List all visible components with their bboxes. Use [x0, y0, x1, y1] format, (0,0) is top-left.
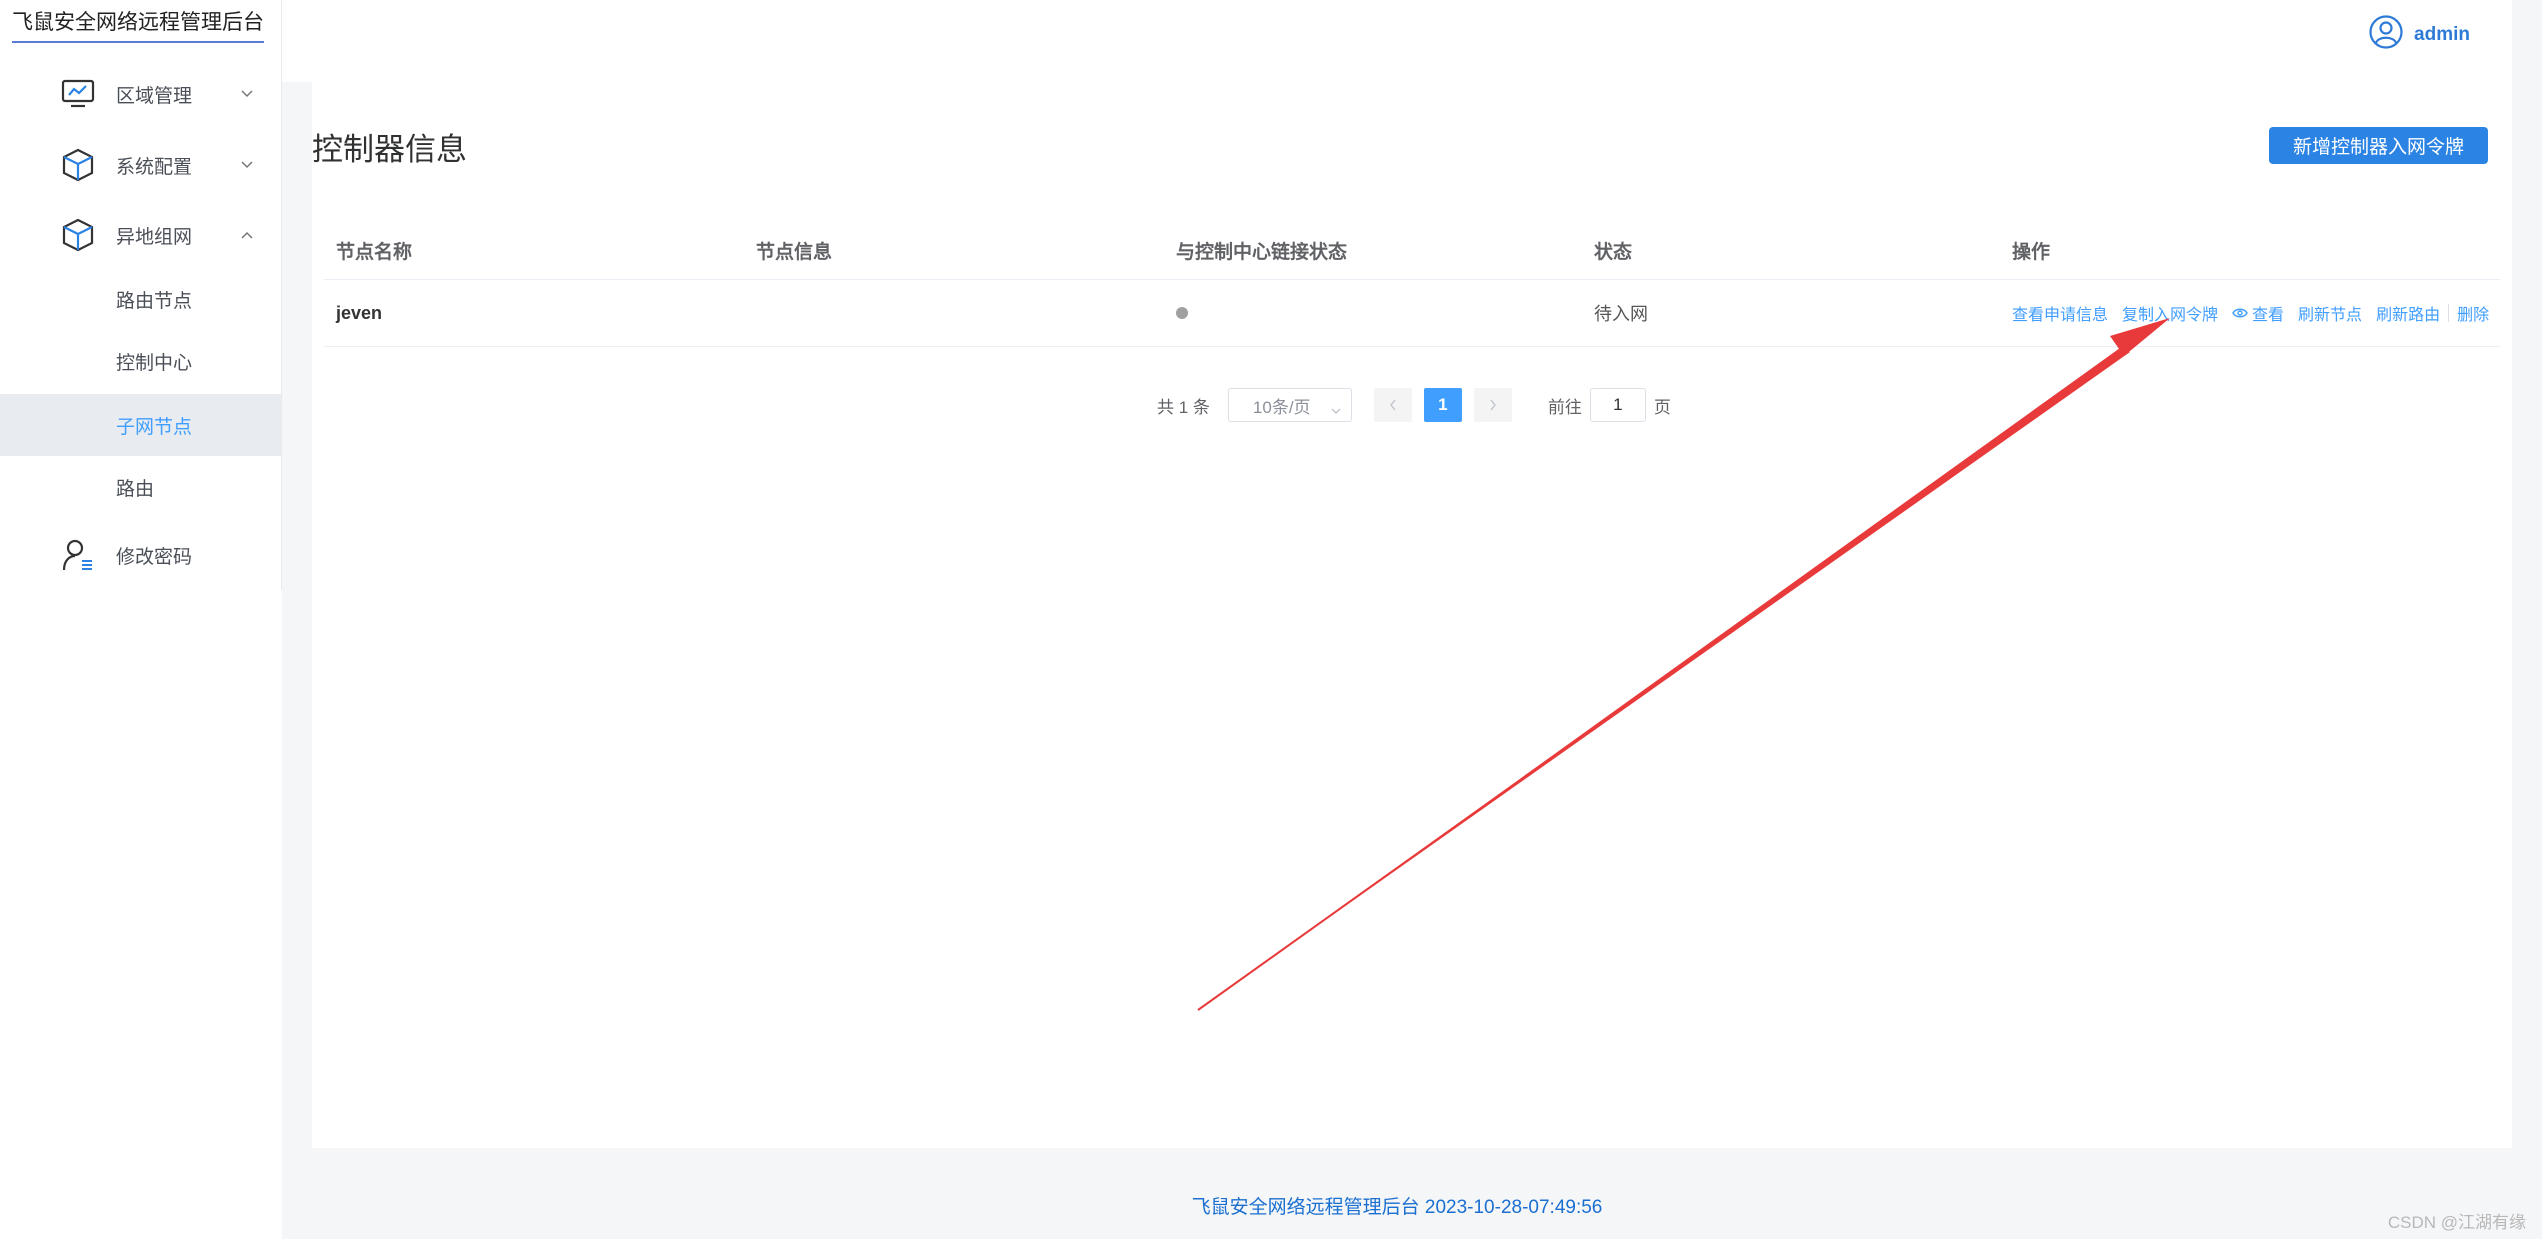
column-header: 节点信息	[756, 242, 833, 263]
goto-label: 前往	[1547, 397, 1582, 417]
column-header: 与控制中心链接状态	[1176, 242, 1348, 263]
chevron-left-icon	[1390, 399, 1396, 411]
controller-table: 节点名称 节点信息 与控制中心链接状态 状态 操作 jeven 待入网 查看申请…	[324, 222, 2500, 347]
sidebar-item-label: 区域管理	[116, 85, 193, 107]
view-link-label: 查看	[2252, 307, 2285, 324]
sidebar-item-label: 异地组网	[116, 226, 193, 248]
user-key-icon	[60, 537, 96, 573]
watermark: CSDN @江湖有缘	[2387, 1213, 2526, 1232]
footer: 飞鼠安全网络远程管理后台 2023-10-28-07:49:56	[1191, 1197, 1603, 1218]
sidebar-item-area-management[interactable]: 区域管理	[0, 63, 282, 125]
action-divider	[2448, 304, 2450, 322]
main-card: 控制器信息 新增控制器入网令牌 节点名称 节点信息 与控制中心链接状态 状态 操…	[312, 82, 2512, 1148]
sidebar-item-remote-network[interactable]: 异地组网	[0, 204, 282, 266]
sidebar-item-change-password[interactable]: 修改密码	[0, 524, 282, 586]
sidebar-subitem-label: 路由	[116, 478, 155, 500]
table-row: jeven 待入网 查看申请信息 复制入网令牌 查看 刷新节点 刷新路由 删除	[324, 280, 2500, 347]
eye-icon	[2232, 308, 2248, 318]
delete-link[interactable]: 删除	[2457, 301, 2489, 325]
brand-title: 飞鼠安全网络远程管理后台	[12, 6, 264, 43]
view-link[interactable]: 查看	[2232, 301, 2284, 325]
next-page-button[interactable]	[1473, 388, 1512, 422]
page-size-select[interactable]: 10条/页	[1227, 388, 1352, 422]
page-title: 控制器信息	[312, 132, 467, 167]
username: admin	[2414, 23, 2470, 45]
sidebar-subitem-label: 控制中心	[116, 352, 193, 374]
chevron-right-icon	[1490, 399, 1496, 411]
refresh-route-link[interactable]: 刷新路由	[2376, 301, 2440, 325]
page-unit-label: 页	[1653, 397, 1671, 417]
chevron-down-icon	[240, 158, 254, 172]
user-avatar-icon	[2368, 14, 2404, 55]
chevron-down-icon	[1331, 400, 1341, 420]
page-number-button[interactable]: 1	[1423, 388, 1462, 422]
user-menu[interactable]: admin	[2368, 14, 2470, 55]
refresh-node-link[interactable]: 刷新节点	[2298, 301, 2362, 325]
cube-icon	[60, 147, 96, 183]
view-apply-info-link[interactable]: 查看申请信息	[2012, 301, 2108, 325]
row-actions: 查看申请信息 复制入网令牌 查看 刷新节点 刷新路由 删除	[2012, 301, 2489, 325]
column-header: 节点名称	[336, 242, 413, 263]
page-size-value: 10条/页	[1252, 397, 1311, 417]
top-header: admin	[282, 0, 2512, 82]
sidebar-subitem-label: 路由节点	[116, 290, 193, 312]
column-header: 操作	[2012, 242, 2051, 263]
total-count: 共 1 条	[1157, 397, 1210, 417]
table-header: 节点名称 节点信息 与控制中心链接状态 状态 操作	[324, 222, 2500, 280]
sidebar-subitem-route-node[interactable]: 路由节点	[0, 268, 282, 330]
sidebar-item-label: 系统配置	[116, 156, 193, 178]
sidebar-subitem-label: 子网节点	[116, 416, 193, 438]
sidebar: 飞鼠安全网络远程管理后台 区域管理 系统配置 异地组网 路由节点 控制中心 子网…	[0, 0, 282, 1239]
sidebar-item-label: 修改密码	[116, 546, 193, 568]
cube-icon	[60, 217, 96, 253]
sidebar-subitem-route[interactable]: 路由	[0, 456, 282, 518]
pagination: 共 1 条 10条/页 1 前往 页	[1157, 388, 1671, 422]
sidebar-subitem-control-center[interactable]: 控制中心	[0, 330, 282, 392]
chevron-up-icon	[240, 228, 254, 242]
link-status-dot	[1176, 303, 1188, 324]
sidebar-subitem-subnet-node[interactable]: 子网节点	[0, 394, 282, 456]
goto-page-input[interactable]	[1589, 388, 1646, 422]
add-controller-token-button[interactable]: 新增控制器入网令牌	[2268, 127, 2488, 164]
copy-token-link[interactable]: 复制入网令牌	[2122, 301, 2218, 325]
column-header: 状态	[1594, 242, 1633, 263]
prev-page-button[interactable]	[1373, 388, 1412, 422]
node-status: 待入网	[1594, 304, 1648, 324]
sidebar-item-system-config[interactable]: 系统配置	[0, 134, 282, 196]
goto-page: 前往 页	[1548, 388, 1671, 422]
node-name: jeven	[336, 302, 383, 323]
monitor-chart-icon	[60, 76, 96, 112]
chevron-down-icon	[240, 87, 254, 101]
sidebar-divider	[281, 0, 282, 590]
